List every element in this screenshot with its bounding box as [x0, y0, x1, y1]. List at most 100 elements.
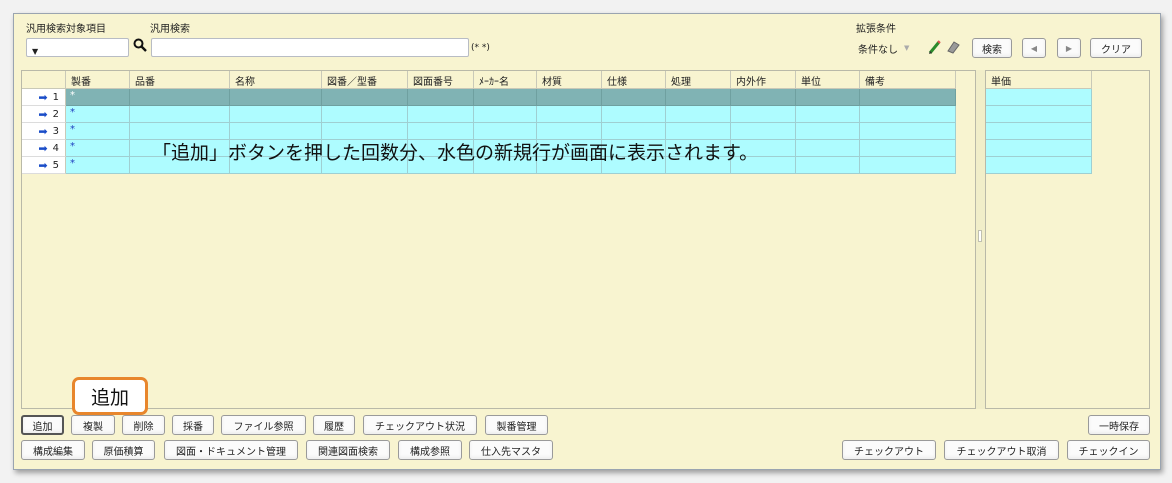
pen-icon[interactable] — [928, 39, 942, 58]
item-grid[interactable]: 製番 品番 名称 図番／型番 図面番号 ﾒｰｶｰ名 材質 仕様 処理 内外作 単… — [21, 70, 976, 409]
search-input[interactable] — [151, 38, 469, 57]
col-header[interactable]: 単位 — [796, 71, 860, 89]
row-header[interactable]: ➡ 3 — [22, 123, 66, 140]
grid-cell[interactable] — [986, 140, 1092, 157]
price-grid[interactable]: 単価 — [985, 70, 1150, 409]
structure-reference-button[interactable]: 構成参照 — [398, 440, 462, 460]
table-row[interactable] — [986, 157, 1092, 174]
seiban-management-button[interactable]: 製番管理 — [485, 415, 548, 435]
search-target-select[interactable]: ▼ — [26, 38, 129, 57]
row-header[interactable]: ➡ 5 — [22, 157, 66, 174]
grid-cell[interactable] — [666, 106, 731, 123]
grid-cell[interactable]: * — [66, 140, 130, 157]
grid-cell[interactable] — [130, 89, 230, 106]
grid-cell[interactable] — [860, 106, 956, 123]
grid-cell[interactable] — [796, 157, 860, 174]
table-row[interactable]: ➡ 2 * — [22, 106, 956, 123]
table-row[interactable] — [986, 89, 1092, 106]
grid-cell[interactable] — [230, 106, 322, 123]
checkin-button[interactable]: チェックイン — [1067, 440, 1150, 460]
eraser-icon[interactable] — [946, 40, 960, 57]
chevron-down-icon: ▼ — [904, 44, 910, 52]
grid-cell[interactable] — [860, 140, 956, 157]
panel-splitter[interactable] — [976, 70, 985, 409]
grid-cell[interactable] — [322, 106, 408, 123]
grid-cell[interactable] — [322, 89, 408, 106]
grid-cell[interactable] — [796, 89, 860, 106]
delete-button[interactable]: 削除 — [122, 415, 165, 435]
col-header[interactable]: 品番 — [130, 71, 230, 89]
grid-cell[interactable] — [986, 89, 1092, 106]
prev-button[interactable]: ◀ — [1022, 38, 1046, 58]
col-header[interactable]: 名称 — [230, 71, 322, 89]
checkout-button[interactable]: チェックアウト — [842, 440, 936, 460]
structure-edit-button[interactable]: 構成編集 — [21, 440, 85, 460]
search-icon[interactable] — [133, 38, 147, 56]
col-header[interactable]: ﾒｰｶｰ名 — [474, 71, 537, 89]
grid-cell[interactable]: * — [66, 157, 130, 174]
grid-cell[interactable] — [860, 89, 956, 106]
table-row[interactable]: ➡ 1 * — [22, 89, 956, 106]
grid-cell[interactable] — [860, 123, 956, 140]
grid-cell[interactable] — [602, 89, 666, 106]
temp-save-button[interactable]: 一時保存 — [1088, 415, 1150, 435]
grid-cell[interactable] — [796, 123, 860, 140]
grid-cell[interactable] — [408, 89, 474, 106]
annotation-text: 「追加」ボタンを押した回数分、水色の新規行が画面に表示されます。 — [152, 142, 759, 164]
numbering-button[interactable]: 採番 — [172, 415, 214, 435]
row-header[interactable]: ➡ 2 — [22, 106, 66, 123]
col-header[interactable]: 図番／型番 — [322, 71, 408, 89]
grid-cell[interactable] — [474, 106, 537, 123]
row-header[interactable]: ➡ 1 — [22, 89, 66, 106]
drawing-document-button[interactable]: 図面・ドキュメント管理 — [164, 440, 298, 460]
ext-condition-select[interactable]: 条件なし ▼ — [858, 39, 926, 57]
grid-cell[interactable] — [666, 89, 731, 106]
grid-cell[interactable] — [796, 140, 860, 157]
arrow-right-icon: ➡ — [38, 90, 48, 104]
col-header[interactable]: 図面番号 — [408, 71, 474, 89]
grid-cell[interactable] — [408, 106, 474, 123]
related-drawing-search-button[interactable]: 関連図面検索 — [306, 440, 390, 460]
col-header[interactable]: 単価 — [986, 71, 1092, 89]
grid-cell[interactable] — [130, 106, 230, 123]
grid-cell[interactable] — [537, 106, 602, 123]
row-number: 5 — [52, 159, 59, 171]
grid-cell[interactable] — [230, 89, 322, 106]
grid-cell[interactable] — [537, 89, 602, 106]
history-button[interactable]: 履歴 — [313, 415, 355, 435]
col-header[interactable]: 備考 — [860, 71, 956, 89]
checkout-cancel-button[interactable]: チェックアウト取消 — [944, 440, 1059, 460]
ext-condition-value: 条件なし — [858, 44, 898, 56]
search-button[interactable]: 検索 — [972, 38, 1012, 58]
table-row[interactable] — [986, 140, 1092, 157]
table-row[interactable] — [986, 123, 1092, 140]
col-header[interactable]: 内外作 — [731, 71, 796, 89]
grid-cell[interactable] — [986, 157, 1092, 174]
grid-cell[interactable]: * — [66, 123, 130, 140]
splitter-handle[interactable] — [978, 230, 982, 242]
table-row[interactable] — [986, 106, 1092, 123]
duplicate-button[interactable]: 複製 — [71, 415, 115, 435]
file-reference-button[interactable]: ファイル参照 — [221, 415, 306, 435]
col-header[interactable]: 製番 — [66, 71, 130, 89]
grid-cell[interactable] — [986, 106, 1092, 123]
grid-cell[interactable]: * — [66, 89, 130, 106]
grid-cell[interactable] — [474, 89, 537, 106]
grid-cell[interactable]: * — [66, 106, 130, 123]
checkout-status-button[interactable]: チェックアウト状況 — [363, 415, 477, 435]
grid-cell[interactable] — [796, 106, 860, 123]
grid-cell[interactable] — [731, 106, 796, 123]
cost-estimate-button[interactable]: 原価積算 — [92, 440, 155, 460]
grid-cell[interactable] — [860, 157, 956, 174]
next-button[interactable]: ▶ — [1057, 38, 1081, 58]
add-button[interactable]: 追加 — [21, 415, 64, 435]
grid-cell[interactable] — [731, 89, 796, 106]
grid-cell[interactable] — [602, 106, 666, 123]
col-header[interactable]: 材質 — [537, 71, 602, 89]
clear-button[interactable]: クリア — [1090, 38, 1142, 58]
col-header[interactable]: 仕様 — [602, 71, 666, 89]
grid-cell[interactable] — [986, 123, 1092, 140]
supplier-master-button[interactable]: 仕入先マスタ — [469, 440, 553, 460]
row-header[interactable]: ➡ 4 — [22, 140, 66, 157]
col-header[interactable]: 処理 — [666, 71, 731, 89]
